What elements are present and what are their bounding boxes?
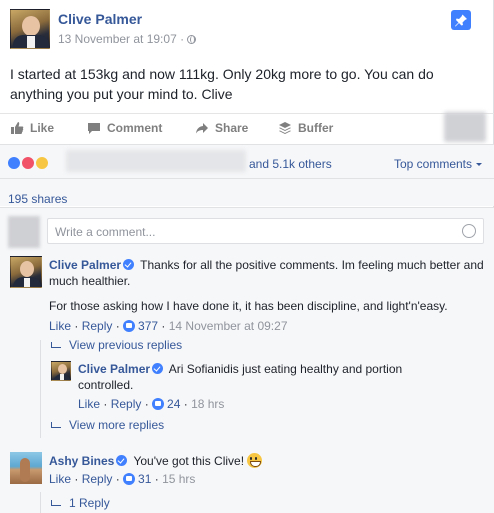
reply-arrow-icon <box>51 422 61 428</box>
globe-icon <box>187 35 197 44</box>
comment-text-second: For those asking how I have done it, it … <box>49 299 448 313</box>
reply-meta: Like · Reply · 24 · 18 hrs <box>78 397 225 411</box>
post-actions-bar: Like Comment Share Buffer <box>0 112 494 142</box>
verified-badge-icon <box>152 363 164 374</box>
comment-like-link[interactable]: Like <box>49 472 71 486</box>
like-count-icon <box>152 398 165 410</box>
comment-meta: Like · Reply · 31 · 15 hrs <box>49 472 196 486</box>
like-button[interactable]: Like <box>10 121 54 135</box>
comment-body: Clive Palmer Thanks for all the positive… <box>49 257 489 289</box>
blurred-avatar <box>444 112 486 142</box>
viewer-avatar <box>8 216 40 248</box>
reactions-others-link[interactable]: and 5.1k others <box>249 157 332 171</box>
view-more-replies-link[interactable]: View more replies <box>51 418 164 432</box>
shares-count-link[interactable]: 195 shares <box>8 192 67 206</box>
share-button[interactable]: Share <box>195 121 248 135</box>
blurred-names <box>66 150 246 172</box>
post-timestamp[interactable]: 13 November at 19:07 · <box>58 32 197 46</box>
comment-like-count[interactable]: 31 <box>138 472 151 486</box>
reactions-bar: and 5.1k others Top comments <box>0 144 494 178</box>
top-comments-dropdown[interactable]: Top comments <box>394 157 482 171</box>
post-body-text: I started at 153kg and now 111kg. Only 2… <box>10 66 434 102</box>
emoji-icon[interactable] <box>462 224 476 238</box>
comment-body: Ashy Bines You've got this Clive! <box>49 453 489 469</box>
comment-author[interactable]: Clive Palmer <box>49 258 121 272</box>
reply-arrow-icon <box>51 500 61 506</box>
reply-body: Clive Palmer Ari Sofianidis just eating … <box>78 361 418 393</box>
comment-reply-link[interactable]: Reply <box>82 319 113 333</box>
buffer-stack-icon <box>279 122 291 134</box>
shares-row <box>0 178 494 206</box>
comment-like-count[interactable]: 377 <box>138 319 158 333</box>
pin-icon[interactable] <box>451 10 471 30</box>
author-avatar[interactable] <box>10 9 50 49</box>
wow-reaction-icon[interactable] <box>34 155 50 171</box>
thumbs-up-icon <box>11 122 24 134</box>
comment-input[interactable]: Write a comment... <box>47 218 484 244</box>
verified-badge-icon <box>123 259 135 270</box>
verified-badge-icon <box>116 455 128 466</box>
reply-thread-line <box>40 340 41 438</box>
comment-icon <box>88 123 100 134</box>
reply-avatar[interactable] <box>51 361 71 381</box>
reply-time[interactable]: 18 hrs <box>191 397 224 411</box>
buffer-button[interactable]: Buffer <box>278 121 333 135</box>
share-icon <box>196 123 208 134</box>
post-author-name[interactable]: Clive Palmer <box>58 11 142 27</box>
comment-time[interactable]: 14 November at 09:27 <box>169 319 288 333</box>
comment-composer: Write a comment... <box>0 207 494 255</box>
comment-time[interactable]: 15 hrs <box>162 472 195 486</box>
replies-count-link[interactable]: 1 Reply <box>51 496 110 510</box>
comment-text: You've got this Clive! <box>133 454 245 468</box>
reply-reply-link[interactable]: Reply <box>111 397 142 411</box>
comment-author[interactable]: Ashy Bines <box>49 454 114 468</box>
like-count-icon <box>123 320 136 332</box>
post-card: Clive Palmer 13 November at 19:07 · I st… <box>0 0 494 513</box>
reply-arrow-icon <box>51 342 61 348</box>
reply-author[interactable]: Clive Palmer <box>78 362 150 376</box>
comment-avatar[interactable] <box>10 452 42 484</box>
view-previous-replies-link[interactable]: View previous replies <box>51 338 182 352</box>
comment-reply-link[interactable]: Reply <box>82 472 113 486</box>
grinning-emoji-icon <box>247 453 263 468</box>
comment-meta: Like · Reply · 377 · 14 November at 09:2… <box>49 319 288 333</box>
comment-input-placeholder: Write a comment... <box>55 225 156 239</box>
reply-thread-line <box>40 492 41 513</box>
comment-like-link[interactable]: Like <box>49 319 71 333</box>
reply-like-link[interactable]: Like <box>78 397 100 411</box>
comment-avatar[interactable] <box>10 256 42 288</box>
comment-button[interactable]: Comment <box>87 121 162 135</box>
like-count-icon <box>123 473 136 485</box>
reply-like-count[interactable]: 24 <box>167 397 180 411</box>
